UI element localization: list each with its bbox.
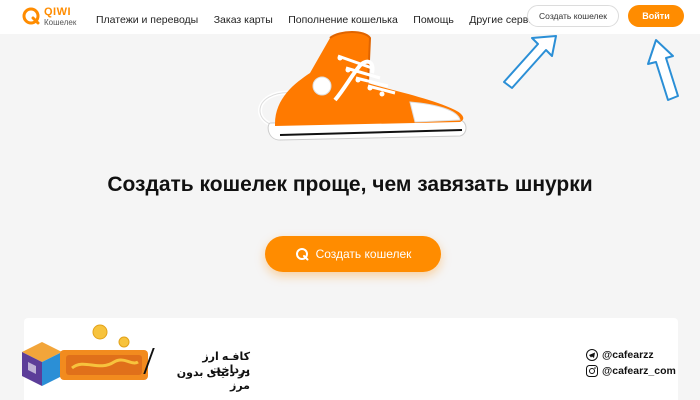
logo-subtitle: Кошелек <box>44 18 77 27</box>
qiwi-logo-icon <box>22 7 40 25</box>
instagram-handle: @cafearz_com <box>586 364 676 378</box>
nav-top-up[interactable]: Пополнение кошелька <box>288 14 398 26</box>
sneaker-illustration <box>258 31 467 141</box>
telegram-icon <box>586 349 598 361</box>
qiwi-small-icon <box>295 248 309 261</box>
logo-title: QIWI <box>44 6 72 18</box>
login-button[interactable]: Войти <box>628 5 684 27</box>
create-wallet-button[interactable]: Создать кошелек <box>527 5 619 27</box>
cafearz-logo <box>22 324 148 386</box>
main-nav: Платежи и переводы Заказ карты Пополнени… <box>96 10 567 28</box>
instagram-handle-text: @cafearz_com <box>602 365 676 377</box>
nav-card-order[interactable]: Заказ карты <box>214 14 273 26</box>
watermark-line-2: در دنیای بدون مرز <box>176 367 250 392</box>
instagram-icon <box>586 365 598 377</box>
hero-headline: Создать кошелек проще, чем завязать шнур… <box>107 173 593 196</box>
qiwi-logo[interactable]: QIWI Кошелек <box>22 6 82 30</box>
nav-help[interactable]: Помощь <box>413 14 454 26</box>
nav-payments[interactable]: Платежи и переводы <box>96 14 198 26</box>
create-wallet-cta-button[interactable]: Создать кошелек <box>265 236 441 272</box>
telegram-handle-text: @cafearzz <box>602 349 654 361</box>
cta-label: Создать кошелек <box>315 247 412 261</box>
telegram-handle: @cafearzz <box>586 348 654 362</box>
